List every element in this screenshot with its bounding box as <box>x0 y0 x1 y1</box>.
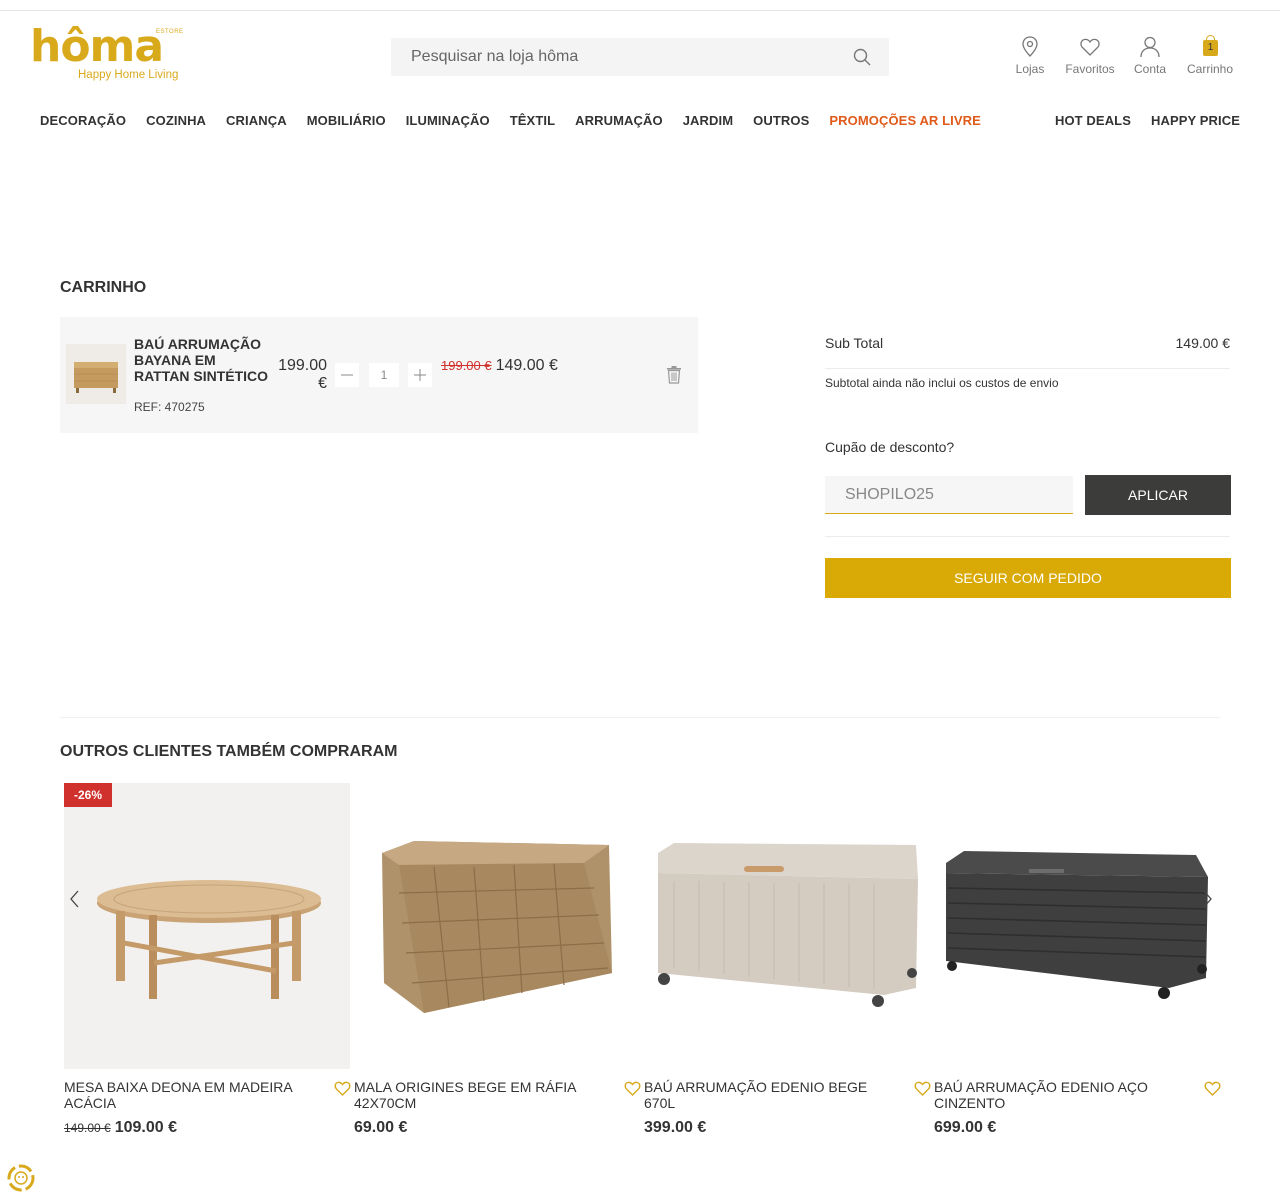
logo-tagline: Happy Home Living <box>78 69 179 81</box>
top-divider <box>0 10 1280 11</box>
logo-wordmark: hôma <box>30 21 164 72</box>
subtotal-note: Subtotal ainda não inclui os custos de e… <box>825 376 1059 390</box>
cart-link[interactable]: 1 Carrinho <box>1180 35 1240 76</box>
coupon-input[interactable] <box>825 476 1073 514</box>
quantity-increase-button[interactable] <box>408 363 432 387</box>
subtotal-label: Sub Total <box>825 335 884 351</box>
product-card[interactable]: -26% MESA BAIXA DEONA EM MADEIRA ACÁCIA … <box>64 783 351 1136</box>
user-icon <box>1140 36 1160 58</box>
quantity-input[interactable]: 1 <box>369 363 399 387</box>
product-price: 149.00 €109.00 € <box>64 1119 177 1137</box>
product-old-price: 149.00 € <box>64 1121 111 1135</box>
minus-icon <box>341 374 353 376</box>
nav-arrumacao[interactable]: ARRUMAÇÃO <box>565 113 673 128</box>
nav-mobiliario[interactable]: MOBILIÁRIO <box>297 113 396 128</box>
search-icon[interactable] <box>853 48 871 66</box>
cart-label: Carrinho <box>1186 62 1234 76</box>
nav-crianca[interactable]: CRIANÇA <box>216 113 297 128</box>
summary-divider-2 <box>825 536 1230 537</box>
plus-icon <box>414 369 426 381</box>
product-image[interactable]: -26% <box>64 783 350 1069</box>
heart-icon <box>1080 38 1100 56</box>
product-image[interactable] <box>354 783 640 1069</box>
heart-icon[interactable] <box>1204 1080 1221 1096</box>
nav-jardim[interactable]: JARDIM <box>673 113 743 128</box>
discount-badge: -26% <box>64 783 112 807</box>
product-current-price: 699.00 € <box>934 1119 997 1136</box>
heart-icon[interactable] <box>914 1080 931 1096</box>
account-link[interactable]: Conta <box>1120 35 1180 76</box>
nav-textil[interactable]: TÊXTIL <box>500 113 565 128</box>
item-old-total: 199.00 € <box>441 358 492 373</box>
nav-decoracao[interactable]: DECORAÇÃO <box>30 113 136 128</box>
favorites-link[interactable]: Favoritos <box>1060 35 1120 76</box>
cart-title: CARRINHO <box>60 279 147 296</box>
quantity-decrease-button[interactable] <box>335 363 359 387</box>
main-nav: DECORAÇÃO COZINHA CRIANÇA MOBILIÁRIO ILU… <box>30 113 1250 133</box>
product-image[interactable] <box>644 783 930 1069</box>
account-label: Conta <box>1133 62 1167 76</box>
nav-cozinha[interactable]: COZINHA <box>136 113 216 128</box>
nav-hot-deals[interactable]: HOT DEALS <box>1045 113 1141 128</box>
item-name[interactable]: BAÚ ARRUMAÇÃO BAYANA EM RATTAN SINTÉTICO <box>134 336 274 384</box>
item-ref: REF: 470275 <box>134 400 205 414</box>
carousel-next-icon[interactable] <box>1198 888 1216 910</box>
location-pin-icon <box>1022 36 1038 57</box>
product-card[interactable]: BAÚ ARRUMAÇÃO EDENIO AÇO CINZENTO 699.00… <box>934 783 1221 1136</box>
heart-icon[interactable] <box>334 1080 351 1096</box>
cart-item: BAÚ ARRUMAÇÃO BAYANA EM RATTAN SINTÉTICO… <box>60 317 698 433</box>
product-thumbnail[interactable] <box>66 344 126 404</box>
favorites-label: Favoritos <box>1065 62 1115 76</box>
nav-iluminacao[interactable]: ILUMINAÇÃO <box>396 113 500 128</box>
cart-bag-icon: 1 <box>1199 35 1221 59</box>
search-bar <box>391 38 889 76</box>
subtotal-value: 149.00 € <box>1175 335 1231 351</box>
carousel-prev-icon[interactable] <box>66 888 84 910</box>
product-name[interactable]: BAÚ ARRUMAÇÃO EDENIO AÇO CINZENTO <box>934 1079 1184 1111</box>
product-name[interactable]: MALA ORIGINES BEGE EM RÁFIA 42X70CM <box>354 1079 604 1111</box>
item-total: 199.00 €149.00 € <box>441 357 561 375</box>
heart-icon[interactable] <box>624 1080 641 1096</box>
coupon-label: Cupão de desconto? <box>825 439 955 455</box>
recommendations-title: OUTROS CLIENTES TAMBÉM COMPRARAM <box>60 743 398 760</box>
stores-link[interactable]: Lojas <box>1000 35 1060 76</box>
trash-icon[interactable] <box>666 366 682 384</box>
product-current-price: 399.00 € <box>644 1119 707 1136</box>
product-name[interactable]: MESA BAIXA DEONA EM MADEIRA ACÁCIA <box>64 1079 314 1111</box>
header-links: Lojas Favoritos Conta 1 Carrinho <box>1000 35 1240 76</box>
item-new-total: 149.00 € <box>495 357 558 374</box>
nav-outros[interactable]: OUTROS <box>743 113 819 128</box>
product-card[interactable]: BAÚ ARRUMAÇÃO EDENIO BEGE 670L 399.00 € <box>644 783 931 1136</box>
search-input[interactable] <box>391 38 841 76</box>
summary-divider <box>825 368 1230 369</box>
product-current-price: 69.00 € <box>354 1119 408 1136</box>
nav-promocoes-ar-livre[interactable]: PROMOÇÕES AR LIVRE <box>819 113 991 128</box>
logo-estore: ESTORE <box>156 29 184 35</box>
item-unit-price: 199.00 € <box>278 357 327 392</box>
product-image[interactable] <box>934 783 1220 1069</box>
stores-label: Lojas <box>1015 62 1045 76</box>
product-price: 699.00 € <box>934 1119 996 1137</box>
apply-coupon-button[interactable]: APLICAR <box>1085 475 1231 515</box>
product-card[interactable]: MALA ORIGINES BEGE EM RÁFIA 42X70CM 69.0… <box>354 783 641 1136</box>
nav-happy-price[interactable]: HAPPY PRICE <box>1141 113 1250 128</box>
product-price: 399.00 € <box>644 1119 706 1137</box>
cart-count: 1 <box>1207 42 1214 53</box>
product-price: 69.00 € <box>354 1119 407 1137</box>
product-name[interactable]: BAÚ ARRUMAÇÃO EDENIO BEGE 670L <box>644 1079 894 1111</box>
section-divider <box>60 717 1220 718</box>
accessibility-icon[interactable] <box>6 1163 36 1193</box>
product-current-price: 109.00 € <box>114 1119 177 1136</box>
homa-logo[interactable]: hôma ESTORE Happy Home Living <box>30 24 190 86</box>
checkout-button[interactable]: SEGUIR COM PEDIDO <box>825 558 1231 598</box>
